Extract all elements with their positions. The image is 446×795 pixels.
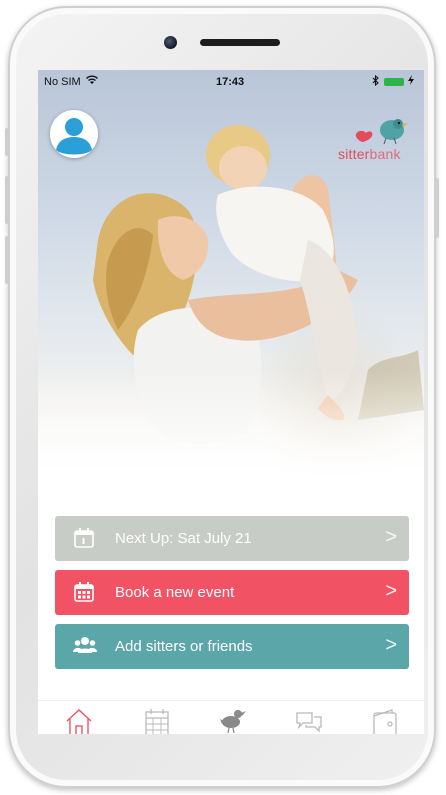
earpiece-speaker (200, 39, 280, 46)
book-event-label: Book a new event (115, 584, 235, 601)
wallet-icon (373, 709, 397, 734)
clock: 17:43 (216, 76, 245, 88)
calendar-day-icon (73, 527, 95, 549)
volume-up-button (5, 176, 9, 224)
tab-bar (38, 700, 424, 734)
logo-wordmark: sitterbank (338, 146, 401, 162)
bluetooth-icon (372, 74, 380, 89)
calendar-grid-icon (73, 581, 95, 603)
tab-home[interactable] (64, 707, 98, 734)
bird-logo-icon (355, 119, 408, 145)
next-up-button[interactable]: Next Up: Sat July 21 > (55, 516, 409, 561)
add-sitters-label: Add sitters or friends (115, 638, 253, 655)
calendar-icon (145, 709, 169, 734)
profile-avatar-button[interactable] (50, 110, 98, 158)
sitterbank-logo: sitterbank (338, 116, 418, 162)
hero-fade (38, 370, 424, 500)
status-bar: No SIM 17:43 (38, 70, 424, 92)
chevron-right-icon: > (385, 634, 397, 656)
users-group-icon (73, 635, 97, 657)
bird-icon (220, 710, 246, 734)
battery-icon (384, 78, 404, 86)
tab-sitterbank[interactable] (218, 707, 252, 734)
logo-word-sitter: sitter (338, 146, 370, 162)
carrier-label: No SIM (44, 76, 81, 88)
next-up-label: Next Up: Sat July 21 (115, 530, 252, 547)
mute-switch (5, 128, 9, 156)
chevron-right-icon: > (385, 526, 397, 548)
tab-wallet[interactable] (370, 707, 404, 734)
power-button (435, 178, 439, 238)
front-camera (164, 36, 177, 49)
wifi-icon (86, 75, 98, 88)
add-sitters-button[interactable]: Add sitters or friends > (55, 624, 409, 669)
chat-icon (296, 712, 322, 733)
tab-calendar[interactable] (142, 707, 176, 734)
charging-icon (408, 75, 414, 88)
logo-word-bank: bank (369, 146, 401, 162)
tab-messages[interactable] (294, 707, 328, 734)
home-icon (66, 709, 92, 734)
app-screen: No SIM 17:43 sitterbank Next Up: Sat Jul… (38, 70, 424, 734)
chevron-right-icon: > (385, 580, 397, 602)
user-silhouette-icon (50, 110, 98, 158)
book-event-button[interactable]: Book a new event > (55, 570, 409, 615)
volume-down-button (5, 236, 9, 284)
